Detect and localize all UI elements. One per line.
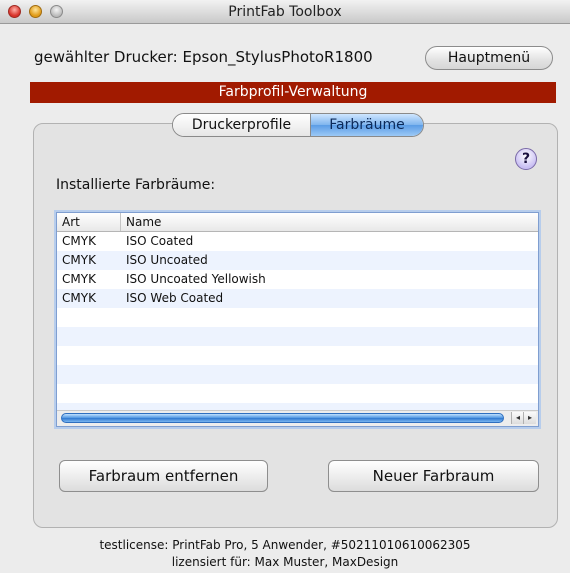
new-colorspace-button[interactable]: Neuer Farbraum (328, 460, 539, 492)
cell-art: CMYK (62, 253, 96, 267)
cell-name: ISO Uncoated Yellowish (126, 272, 266, 286)
selected-printer-label: gewählter Drucker: Epson_StylusPhotoR180… (34, 48, 373, 66)
scroll-right-arrow-icon[interactable]: ▸ (523, 412, 536, 424)
colorspace-table[interactable]: Art Name CMYK ISO Coated CMYK ISO Uncoat… (56, 212, 539, 427)
column-header-name[interactable]: Name (121, 213, 421, 231)
main-menu-button[interactable]: Hauptmenü (425, 46, 553, 70)
cell-art: CMYK (62, 291, 96, 305)
cell-name: ISO Coated (126, 234, 194, 248)
cell-name: ISO Web Coated (126, 291, 224, 305)
table-row[interactable]: CMYK ISO Web Coated (57, 289, 538, 308)
empty-row (57, 384, 538, 403)
cell-name: ISO Uncoated (126, 253, 208, 267)
tab-farbraeume[interactable]: Farbräume (311, 114, 423, 136)
remove-colorspace-button[interactable]: Farbraum entfernen (59, 460, 268, 492)
table-header: Art Name (57, 213, 538, 232)
license-text: testlicense: PrintFab Pro, 5 Anwender, #… (99, 538, 471, 552)
title-bar: PrintFab Toolbox (0, 0, 570, 24)
table-row[interactable]: CMYK ISO Uncoated Yellowish (57, 270, 538, 289)
horizontal-scrollbar[interactable]: ◂ ▸ (57, 410, 538, 426)
cell-art: CMYK (62, 234, 96, 248)
empty-row (57, 365, 538, 384)
tab-druckerprofile[interactable]: Druckerprofile (173, 114, 311, 136)
empty-row (57, 327, 538, 346)
installed-colorspaces-label: Installierte Farbräume: (56, 177, 216, 193)
tab-bar: Druckerprofile Farbräume (172, 113, 424, 137)
licensed-to-text: lizensiert für: Max Muster, MaxDesign (171, 555, 399, 569)
empty-row (57, 346, 538, 365)
table-row[interactable]: CMYK ISO Coated (57, 232, 538, 251)
empty-row (57, 308, 538, 327)
column-header-art[interactable]: Art (57, 213, 121, 231)
scrollbar-thumb[interactable] (61, 413, 504, 423)
table-body: CMYK ISO Coated CMYK ISO Uncoated CMYK I… (57, 232, 538, 422)
section-header: Farbprofil-Verwaltung (30, 82, 556, 103)
help-button[interactable]: ? (515, 148, 537, 170)
table-row[interactable]: CMYK ISO Uncoated (57, 251, 538, 270)
window-title: PrintFab Toolbox (228, 4, 342, 20)
cell-art: CMYK (62, 272, 96, 286)
